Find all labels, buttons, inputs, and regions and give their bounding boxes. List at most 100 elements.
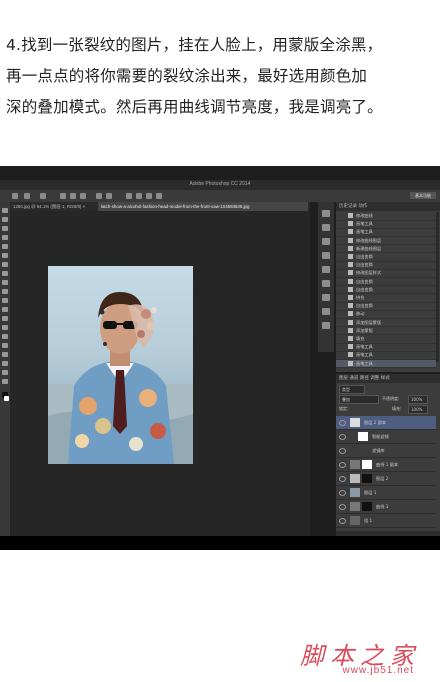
layer-name: 曲线 1	[376, 504, 389, 509]
3d-mode-icon[interactable]	[126, 193, 132, 199]
folder-icon	[350, 516, 360, 525]
marquee-tool-icon[interactable]	[2, 217, 8, 222]
history-step-icon	[348, 270, 353, 276]
align-right-icon[interactable]	[80, 193, 86, 199]
layers-panel-tabs[interactable]: 图层 通道 路径 调整 样式	[336, 374, 440, 383]
tutorial-line: 深的叠加模式。然后再用曲线调节亮度，我是调亮了。	[6, 98, 383, 116]
opacity-input[interactable]: 100%	[408, 395, 428, 404]
toolbox	[0, 202, 10, 542]
healing-tool-icon[interactable]	[2, 262, 8, 267]
3d-mode-icon[interactable]	[136, 193, 142, 199]
layer-name: 图层 2	[376, 476, 389, 481]
history-item-label: 修改曲线	[356, 213, 373, 218]
history-step-icon	[348, 360, 353, 366]
history-scrollbar[interactable]	[436, 212, 439, 362]
blur-tool-icon[interactable]	[2, 316, 8, 321]
visibility-eye-icon[interactable]	[339, 518, 346, 524]
layer-row[interactable]: 图层 1	[336, 486, 436, 500]
canvas-area[interactable]	[10, 211, 310, 536]
layer-mask-thumbnail	[362, 474, 372, 483]
align-center-icon[interactable]	[70, 193, 76, 199]
workspace-switcher[interactable]: 基本功能	[410, 192, 436, 199]
history-item-label: 画笔工具	[356, 229, 373, 235]
layer-row[interactable]: 曲线 1 副本	[336, 458, 436, 472]
visibility-eye-icon[interactable]	[339, 476, 346, 482]
history-step-icon	[348, 245, 353, 251]
history-item-label: 填充	[356, 336, 365, 341]
history-panel-icon[interactable]	[322, 210, 330, 217]
info-panel-icon[interactable]	[322, 252, 330, 259]
layer-row-selected[interactable]: 图层 2 副本	[336, 416, 436, 430]
visibility-eye-icon[interactable]	[339, 448, 346, 454]
clone-source-panel-icon[interactable]	[322, 308, 330, 315]
distribute-icon[interactable]	[106, 193, 112, 199]
layer-row[interactable]: 智能滤镜	[336, 430, 436, 444]
visibility-eye-icon[interactable]	[339, 462, 346, 468]
3d-mode-icon[interactable]	[156, 193, 162, 199]
type-tool-icon[interactable]	[2, 343, 8, 348]
auto-select-icon[interactable]	[24, 193, 30, 199]
visibility-eye-icon[interactable]	[339, 420, 346, 426]
align-left-icon[interactable]	[60, 193, 66, 199]
eyedropper-tool-icon[interactable]	[2, 253, 8, 258]
layer-name: 滤镜库	[372, 448, 385, 453]
background-color-swatch[interactable]	[4, 396, 9, 401]
fill-input[interactable]: 100%	[408, 405, 428, 414]
document-tab-active[interactable]: latch-show-a-alcohol-fashion-head-model-…	[98, 202, 308, 211]
visibility-eye-icon[interactable]	[339, 490, 346, 496]
history-item-label: 自由变换	[356, 278, 373, 284]
tool-presets-panel-icon[interactable]	[322, 322, 330, 329]
history-step-icon	[348, 327, 353, 333]
history-item-label: 拼合	[356, 295, 365, 300]
hand-tool-icon[interactable]	[2, 370, 8, 375]
properties-panel-icon[interactable]	[322, 238, 330, 245]
visibility-eye-icon[interactable]	[339, 434, 346, 440]
opacity-label: 不透明度:	[382, 396, 400, 401]
transform-controls-icon[interactable]	[40, 193, 46, 199]
brush-tool-icon[interactable]	[2, 271, 8, 276]
fill-label: 填充:	[392, 406, 402, 411]
lasso-tool-icon[interactable]	[2, 226, 8, 231]
actions-panel-icon[interactable]	[322, 224, 330, 231]
history-item-selected[interactable]: 画笔工具	[336, 359, 436, 369]
layer-row[interactable]: 滤镜库	[336, 444, 436, 458]
distribute-icon[interactable]	[96, 193, 102, 199]
history-brush-tool-icon[interactable]	[2, 289, 8, 294]
watermark-url: www.jb51.net	[342, 665, 414, 676]
move-tool-icon[interactable]	[2, 208, 8, 213]
document-tab[interactable]: 1280.jpg @ 94.1% (图层 1, RGB/8) ×	[10, 202, 100, 211]
layer-row[interactable]: 组 1	[336, 514, 436, 528]
layer-row[interactable]: 曲线 1	[336, 500, 436, 514]
pen-tool-icon[interactable]	[2, 334, 8, 339]
layer-row[interactable]: 图层 2	[336, 472, 436, 486]
zoom-tool-icon[interactable]	[2, 379, 8, 384]
brush-panel-icon[interactable]	[322, 294, 330, 301]
move-tool-icon[interactable]	[12, 193, 18, 199]
history-item-label: 移动	[356, 311, 365, 317]
character-panel-icon[interactable]	[322, 280, 330, 287]
adjustment-icon	[350, 502, 360, 511]
crop-tool-icon[interactable]	[2, 244, 8, 249]
history-item-label: 画笔工具	[356, 360, 373, 366]
app-title: Adobe Photoshop CC 2014	[189, 181, 251, 187]
history-step-icon	[348, 352, 353, 358]
shape-tool-icon[interactable]	[2, 361, 8, 366]
stamp-tool-icon[interactable]	[2, 280, 8, 285]
eraser-tool-icon[interactable]	[2, 298, 8, 303]
history-item-label: 画笔工具	[356, 221, 373, 227]
history-step-icon	[348, 311, 353, 317]
paragraph-panel-icon[interactable]	[322, 266, 330, 273]
blend-mode-select[interactable]: 叠加	[339, 395, 379, 404]
history-panel: 历史记录 动作 修改曲线 画笔工具 画笔工具 修改曲线图层 新建曲线图层 自由变…	[336, 202, 440, 372]
history-step-icon	[348, 278, 353, 284]
dodge-tool-icon[interactable]	[2, 325, 8, 330]
quick-select-tool-icon[interactable]	[2, 235, 8, 240]
layers-panel: 图层 通道 路径 调整 样式 类型 叠加 不透明度: 100% 锁定: 填充: …	[336, 374, 440, 539]
visibility-eye-icon[interactable]	[339, 504, 346, 510]
layer-kind-filter[interactable]: 类型	[339, 385, 365, 394]
history-panel-tabs[interactable]: 历史记录 动作	[336, 202, 440, 211]
3d-mode-icon[interactable]	[146, 193, 152, 199]
gradient-tool-icon[interactable]	[2, 307, 8, 312]
path-select-tool-icon[interactable]	[2, 352, 8, 357]
history-item-label: 添加蒙版	[356, 327, 373, 333]
